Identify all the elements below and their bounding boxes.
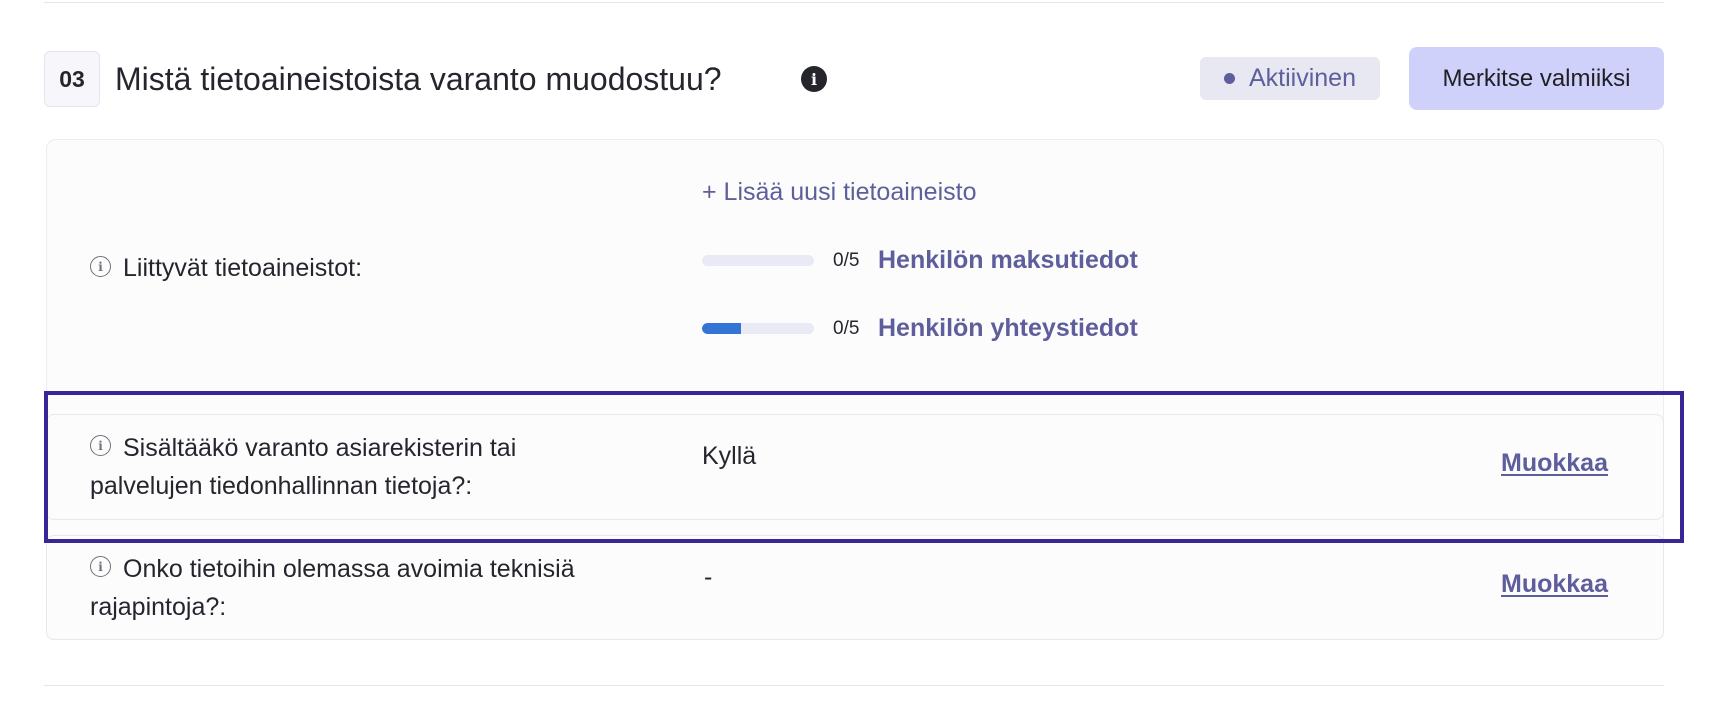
section-info-icon[interactable]: i (801, 66, 827, 92)
datasets-label: Liittyvät tietoaineistot: (123, 254, 363, 282)
dataset-link[interactable]: Henkilön maksutiedot (878, 243, 1138, 277)
step-number: 03 (44, 51, 100, 107)
field-value: - (704, 563, 713, 591)
field-label: Onko tietoihin olemassa avoimia teknisiä… (90, 555, 575, 621)
add-dataset-link[interactable]: + Lisää uusi tietoaineisto (702, 175, 977, 209)
dataset-progress-count: 0/5 (833, 318, 860, 339)
status-dot-icon (1224, 73, 1235, 84)
status-label: Aktiivinen (1249, 64, 1356, 92)
dataset-progress-fill (702, 323, 742, 334)
status-badge: Aktiivinen (1200, 57, 1380, 100)
field-label: Sisältääkö varanto asiarekisterin tai pa… (90, 434, 517, 500)
page: 03 Mistä tietoaineistoista varanto muodo… (0, 0, 1726, 706)
dataset-progress-count: 0/5 (833, 250, 860, 271)
dataset-progress-bar (702, 255, 814, 266)
info-icon[interactable]: i (90, 256, 111, 277)
mark-complete-button[interactable]: Merkitse valmiiksi (1409, 47, 1664, 110)
top-divider (44, 2, 1664, 3)
field-value: Kyllä (702, 442, 757, 470)
section-title: Mistä tietoaineistoista varanto muodostu… (115, 61, 722, 97)
edit-link[interactable]: Muokkaa (1501, 449, 1608, 478)
edit-link[interactable]: Muokkaa (1501, 570, 1608, 599)
bottom-divider (44, 685, 1664, 686)
dataset-link[interactable]: Henkilön yhteystiedot (878, 311, 1138, 345)
dataset-progress-bar (702, 323, 814, 334)
